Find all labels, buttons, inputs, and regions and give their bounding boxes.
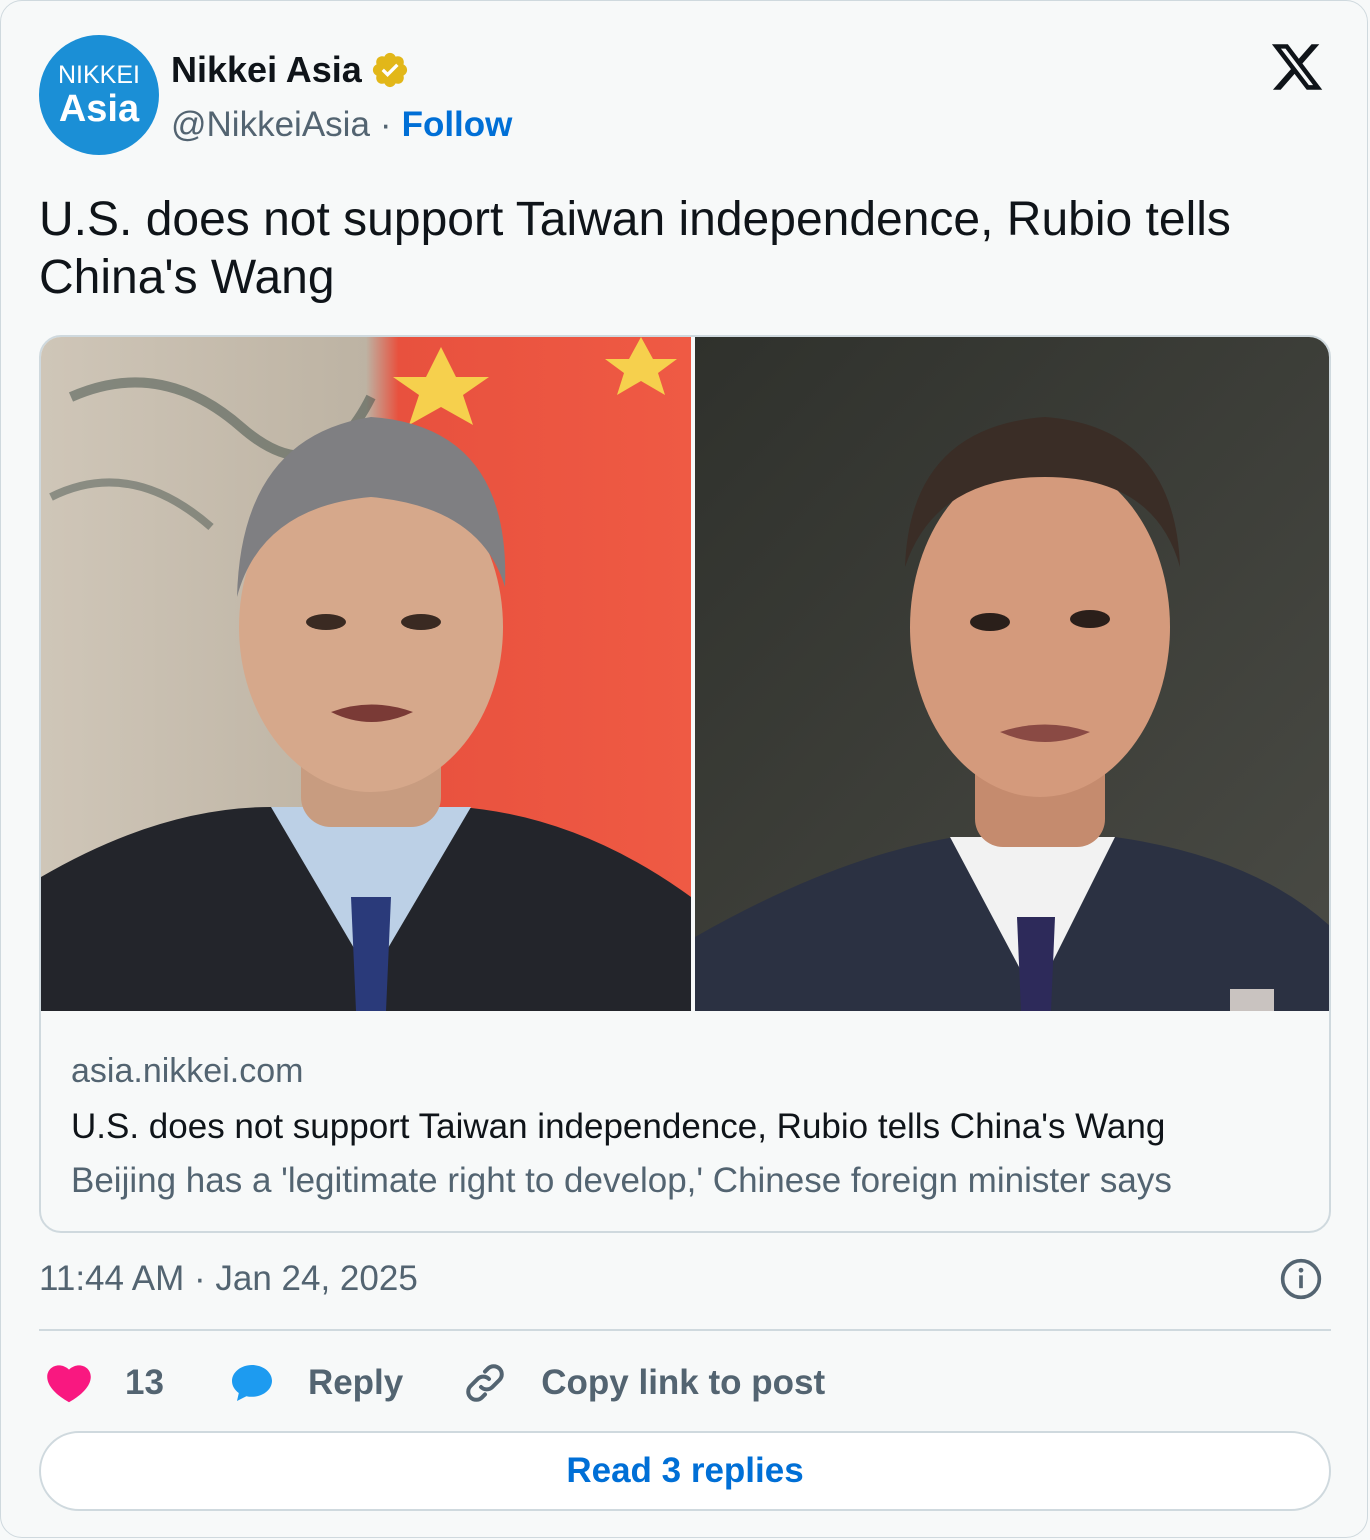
separator-dot: · — [379, 105, 392, 144]
author-name-row: Nikkei Asia — [171, 49, 410, 91]
post-text: U.S. does not support Taiwan independenc… — [39, 193, 1231, 304]
avatar[interactable]: NIKKEI Asia — [39, 35, 159, 155]
photo-wang-yi — [41, 337, 691, 1011]
speech-bubble-icon — [231, 1365, 272, 1401]
verified-badge-icon — [372, 52, 407, 88]
photo-marco-rubio — [695, 337, 1329, 1011]
info-icon[interactable] — [1279, 1257, 1323, 1301]
reply-button[interactable]: Reply — [228, 1359, 403, 1407]
link-icon — [466, 1364, 504, 1402]
like-button[interactable]: 13 — [45, 1359, 164, 1407]
copy-link-button[interactable]: Copy link to post — [461, 1359, 825, 1407]
link-preview-image[interactable] — [41, 337, 1329, 1011]
link-title: U.S. does not support Taiwan independenc… — [71, 1107, 1166, 1146]
like-count: 13 — [125, 1363, 164, 1402]
link-preview-meta: asia.nikkei.com U.S. does not support Ta… — [71, 1049, 1301, 1207]
post-actions: 13 Reply Copy link to post — [39, 1353, 825, 1413]
read-replies-button[interactable]: Read 3 replies — [39, 1431, 1331, 1511]
heart-icon — [47, 1365, 91, 1403]
link-preview-card[interactable]: asia.nikkei.com U.S. does not support Ta… — [39, 335, 1331, 1233]
author-handle-row: @NikkeiAsia · Follow — [171, 105, 512, 145]
link-description: Beijing has a 'legitimate right to devel… — [71, 1161, 1172, 1200]
post-timestamp[interactable]: 11:44 AM · Jan 24, 2025 — [39, 1259, 418, 1299]
follow-button[interactable]: Follow — [402, 105, 513, 145]
reply-label: Reply — [307, 1363, 404, 1402]
avatar-text-bottom: Asia — [58, 87, 140, 130]
author-name[interactable]: Nikkei Asia — [171, 49, 362, 91]
x-logo-icon[interactable] — [1269, 39, 1325, 95]
link-domain: asia.nikkei.com — [71, 1052, 304, 1090]
divider — [39, 1329, 1331, 1331]
avatar-text-top: NIKKEI — [58, 60, 140, 89]
author-handle[interactable]: @NikkeiAsia — [171, 105, 370, 145]
embedded-post-card: NIKKEI Asia Nikkei Asia @NikkeiAsia · Fo… — [0, 0, 1368, 1538]
copy-link-label: Copy link to post — [541, 1363, 826, 1402]
